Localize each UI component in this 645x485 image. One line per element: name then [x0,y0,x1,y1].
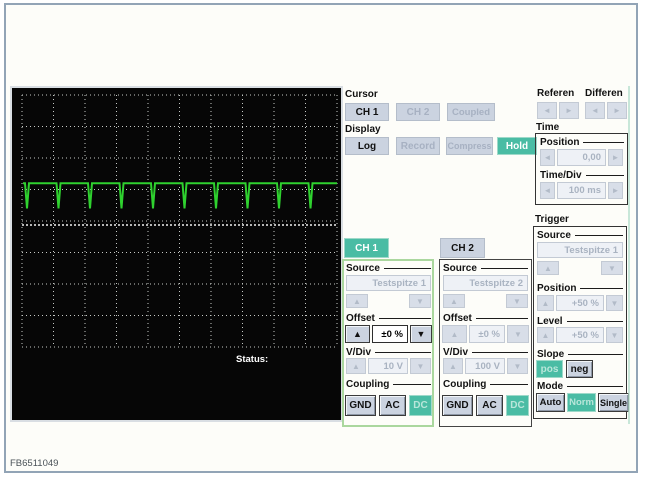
ch2-offset-up-arrow[interactable]: ▲ [442,325,467,343]
difference-left-arrow-button[interactable]: ◄ [585,102,605,119]
waveform-plot [12,88,341,420]
time-position-label: Position [540,137,624,148]
reference-right-arrow-button[interactable]: ► [559,102,579,119]
ch1-source-up-arrow[interactable]: ▲ [346,294,368,308]
oscilloscope-screen: Status: [12,88,341,420]
trigger-level-label: Level [537,316,623,327]
ch2-coupling-label: Coupling [443,379,528,390]
trigger-mode-label: Mode [537,381,623,392]
cursor-ch2-button[interactable]: CH 2 [396,103,440,121]
ch1-offset-down-arrow[interactable]: ▼ [410,325,432,343]
ch1-source-label: Source [346,263,431,274]
display-hold-button[interactable]: Hold [497,137,537,155]
ch2-coupling-dc-button[interactable]: DC [506,395,529,416]
ch1-offset-value[interactable]: ±0 % [372,325,408,343]
reference-label: Referen [537,88,574,99]
ch2-offset-value: ±0 % [469,325,505,343]
display-record-button[interactable]: Record [396,137,440,155]
trigger-position-label: Position [537,283,623,294]
trigger-position-up-arrow[interactable]: ▲ [537,295,554,311]
ch2-offset-down-arrow[interactable]: ▼ [507,325,529,343]
ch2-source-up-arrow[interactable]: ▲ [443,294,465,308]
ch1-coupling-dc-button[interactable]: DC [409,395,432,416]
ch1-vdiv-label: V/Div [346,347,431,358]
time-position-value: 0,00 [557,149,606,166]
ch1-offset-up-arrow[interactable]: ▲ [345,325,370,343]
trigger-mode-single-button[interactable]: Single [598,393,629,412]
cursor-coupled-button[interactable]: Coupled [447,103,495,121]
display-section-label: Display [345,124,381,135]
trigger-position-down-arrow[interactable]: ▼ [606,295,623,311]
figure-label: FB6511049 [10,458,58,469]
time-position-left-arrow[interactable]: ◄ [540,149,555,166]
ch1-coupling-label: Coupling [346,379,431,390]
ch1-source-value: Testspitze 1 [346,275,431,291]
trigger-level-down-arrow[interactable]: ▼ [606,327,623,343]
trigger-source-label: Source [537,230,623,241]
ch2-coupling-gnd-button[interactable]: GND [442,395,473,416]
trigger-level-value: +50 % [556,327,604,343]
trigger-slope-neg-button[interactable]: neg [566,360,593,378]
ch2-source-value: Testspitze 2 [443,275,528,291]
time-div-value: 100 ms [557,182,606,199]
time-section-label: Time [536,122,559,133]
trigger-position-value: +50 % [556,295,604,311]
trigger-mode-auto-button[interactable]: Auto [536,393,565,412]
ch2-coupling-ac-button[interactable]: AC [476,395,503,416]
ch2-vdiv-value: 100 V [465,358,505,374]
trigger-section-label: Trigger [535,214,569,225]
time-div-label: Time/Div [540,170,624,181]
trigger-mode-norm-button[interactable]: Norm [567,393,596,412]
reference-left-arrow-button[interactable]: ◄ [537,102,557,119]
time-div-right-arrow[interactable]: ► [608,182,623,199]
trigger-slope-pos-button[interactable]: pos [536,360,563,378]
ch1-source-down-arrow[interactable]: ▼ [409,294,431,308]
ch2-vdiv-label: V/Div [443,347,528,358]
time-div-left-arrow[interactable]: ◄ [540,182,555,199]
ch1-vdiv-up-arrow[interactable]: ▲ [346,358,366,374]
tab-ch1[interactable]: CH 1 [344,238,389,258]
tab-ch2[interactable]: CH 2 [440,238,485,258]
ch1-coupling-gnd-button[interactable]: GND [345,395,376,416]
ch1-coupling-ac-button[interactable]: AC [379,395,406,416]
display-compress-button[interactable]: Compress [446,137,493,155]
ch2-offset-label: Offset [443,313,528,324]
ch2-source-label: Source [443,263,528,274]
trigger-source-value: Testspitze 1 [537,242,623,258]
ch1-vdiv-value: 10 V [368,358,408,374]
difference-right-arrow-button[interactable]: ► [607,102,627,119]
ch1-vdiv-down-arrow[interactable]: ▼ [410,358,431,374]
ch1-offset-label: Offset [346,313,431,324]
ch2-vdiv-down-arrow[interactable]: ▼ [507,358,528,374]
cursor-ch1-button[interactable]: CH 1 [345,103,389,121]
difference-label: Differen [585,88,623,99]
ch2-source-down-arrow[interactable]: ▼ [506,294,528,308]
status-label: Status: [236,354,268,365]
time-position-right-arrow[interactable]: ► [608,149,623,166]
trigger-level-up-arrow[interactable]: ▲ [537,327,554,343]
trigger-source-down-arrow[interactable]: ▼ [601,261,623,275]
ch2-vdiv-up-arrow[interactable]: ▲ [443,358,463,374]
cursor-section-label: Cursor [345,89,378,100]
trigger-slope-label: Slope [537,349,623,360]
display-log-button[interactable]: Log [345,137,389,155]
panel-edge-highlight [628,86,630,424]
trigger-source-up-arrow[interactable]: ▲ [537,261,559,275]
